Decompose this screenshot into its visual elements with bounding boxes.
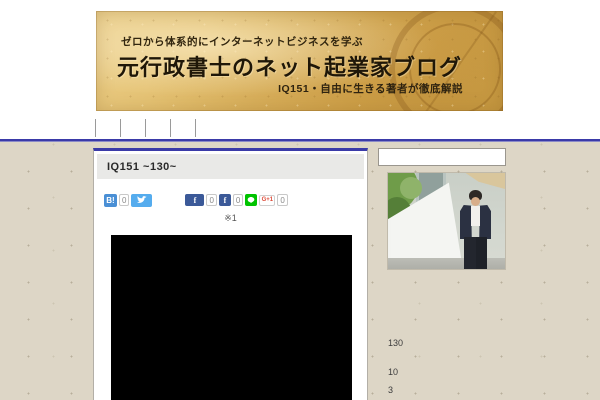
photo-ground [388, 258, 505, 269]
header-banner[interactable]: ゼロから体系的にインターネットビジネスを学ぶ 元行政書士のネット起業家ブログ I… [96, 11, 503, 111]
photo-man-pants [464, 237, 487, 269]
page-background: IQ151 ~130~ B! 0 f 0 f 0 G+1 0 ※1 130 10… [0, 142, 600, 400]
photo-man-face [471, 197, 480, 206]
page: ゼロから体系的にインターネットビジネスを学ぶ 元行政書士のネット起業家ブログ I… [0, 0, 600, 400]
profile-photo [388, 173, 505, 269]
nav-bar [71, 117, 196, 139]
sidebar-count: 10 [388, 367, 399, 377]
facebook-like-button[interactable]: f [218, 194, 231, 206]
sidebar-count: 130 [388, 338, 404, 348]
hatena-bookmark-button[interactable]: B! [104, 193, 117, 207]
post-title: IQ151 ~130~ [107, 160, 177, 173]
video-embed[interactable] [111, 235, 352, 400]
facebook-like-count-badge[interactable]: 0 [232, 194, 244, 206]
nav-item-1[interactable] [71, 119, 96, 137]
post-note: ※1 [224, 213, 237, 223]
post-container: IQ151 ~130~ B! 0 f 0 f 0 G+1 0 ※1 [93, 148, 368, 400]
photo-man-shirt [471, 206, 480, 226]
banner-tagline: ゼロから体系的にインターネットビジネスを学ぶ [121, 36, 363, 48]
line-share-button[interactable] [245, 194, 258, 206]
google-plus-button[interactable]: G+1 [259, 194, 276, 206]
post-title-bar: IQ151 ~130~ [97, 154, 364, 179]
nav-item-3[interactable] [121, 119, 146, 137]
line-chat-icon [248, 197, 255, 204]
facebook-share-button[interactable]: f [185, 194, 205, 206]
facebook-share-count-badge[interactable]: 0 [206, 194, 217, 206]
share-buttons: B! 0 f 0 f 0 G+1 0 [104, 193, 290, 207]
hatena-count-badge[interactable]: 0 [119, 194, 130, 206]
photo-foliage [400, 177, 422, 199]
nav-item-4[interactable] [146, 119, 171, 137]
google-plus-count-badge[interactable]: 0 [277, 194, 288, 206]
photo-awning [465, 173, 505, 189]
twitter-share-button[interactable] [131, 193, 153, 207]
nav-item-5[interactable] [171, 119, 196, 137]
sidebar-count: 3 [388, 385, 394, 395]
nav-item-2[interactable] [96, 119, 121, 137]
sidebar-search-box[interactable] [378, 148, 506, 166]
site-title: 元行政書士のネット起業家ブログ [117, 55, 463, 81]
banner-subtitle: IQ151・自由に生きる著者が徹底解説 [278, 83, 463, 95]
twitter-bird-icon [136, 196, 147, 203]
